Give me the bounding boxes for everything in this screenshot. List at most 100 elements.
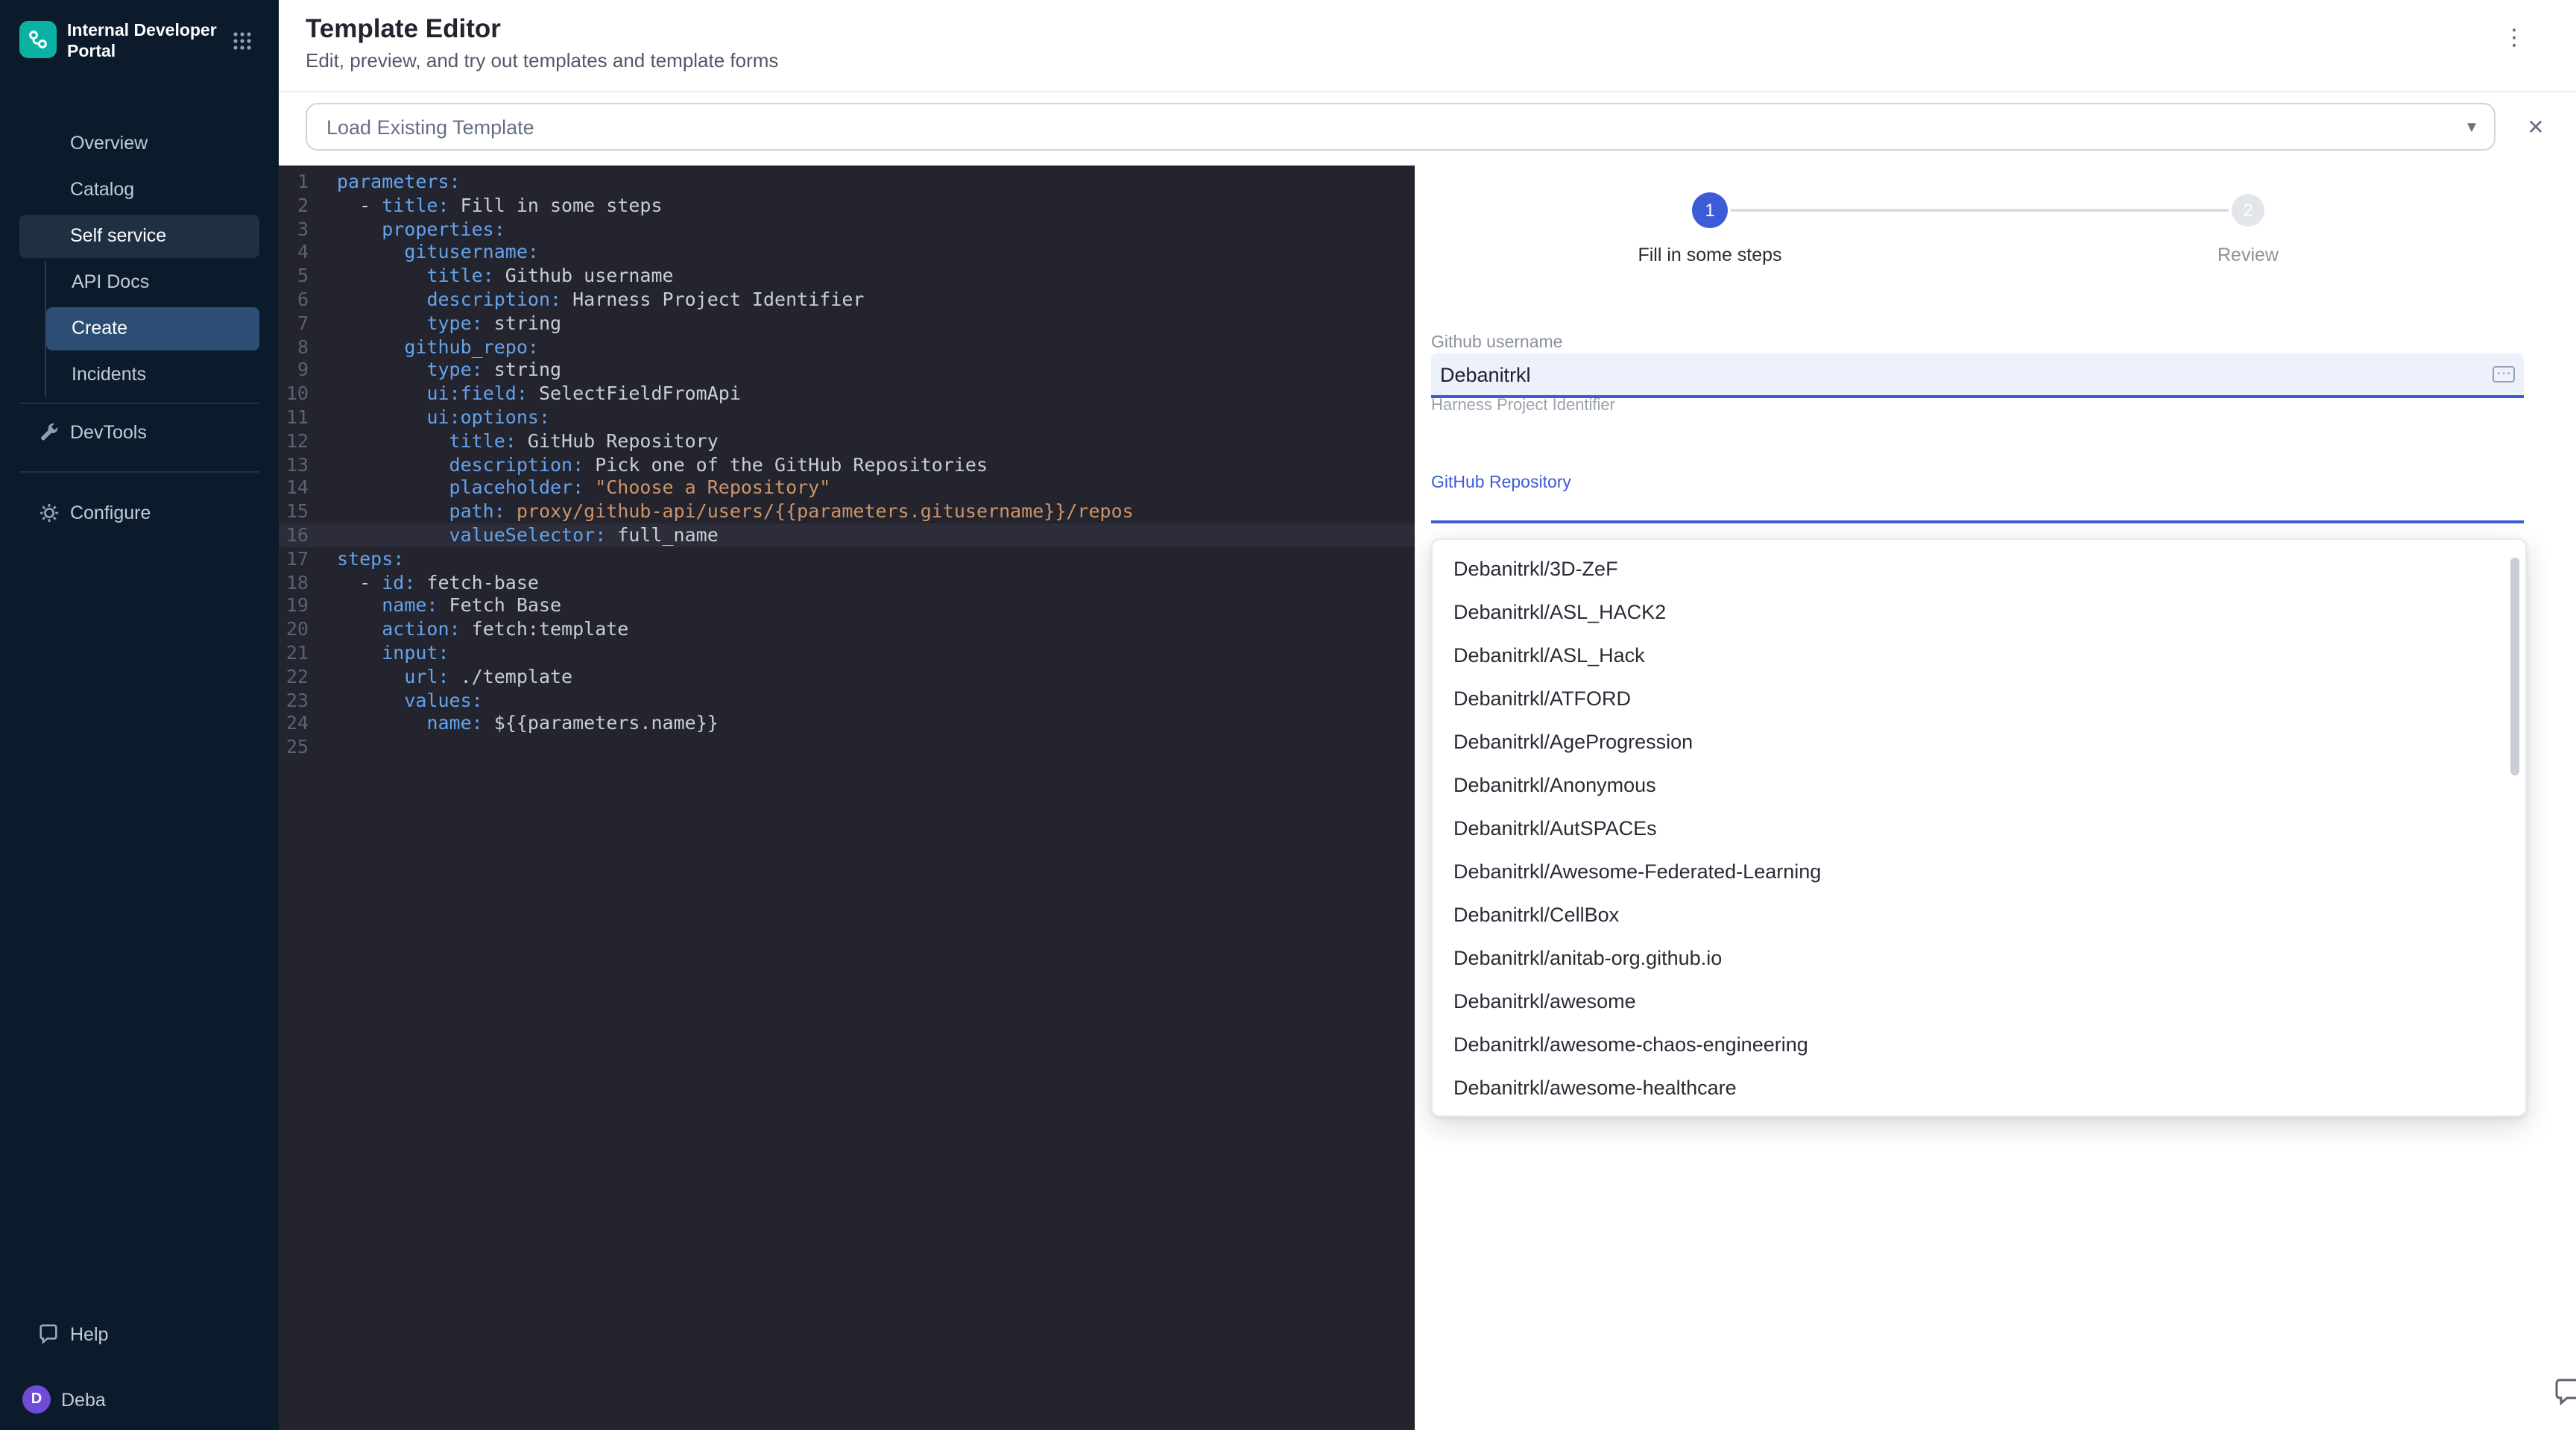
kebab-menu-button[interactable]: ⋮ bbox=[2503, 24, 2525, 54]
kebab-icon: ⋮ bbox=[2503, 25, 2525, 51]
repo-option[interactable]: Debanitrkl/awesome-chaos-engineering bbox=[1433, 1023, 2525, 1066]
code-text: gitusername: bbox=[309, 241, 539, 265]
code-line-11[interactable]: 11 ui:options: bbox=[279, 406, 1415, 429]
github-username-label: Github username bbox=[1431, 334, 1562, 352]
sidebar-item-self-service[interactable]: Self service bbox=[19, 215, 259, 258]
line-number: 11 bbox=[279, 406, 309, 429]
code-line-14[interactable]: 14 placeholder: "Choose a Repository" bbox=[279, 476, 1415, 500]
feedback-button[interactable] bbox=[2552, 1376, 2576, 1409]
repo-option[interactable]: Debanitrkl/AgeProgression bbox=[1433, 720, 2525, 763]
line-number: 25 bbox=[279, 735, 309, 759]
app-title-line2: Portal bbox=[67, 42, 217, 63]
stepper-connector bbox=[1731, 209, 2229, 211]
code-text: type: string bbox=[309, 359, 561, 382]
line-number: 6 bbox=[279, 288, 309, 312]
code-text: name: ${{parameters.name}} bbox=[309, 712, 719, 736]
line-number: 18 bbox=[279, 570, 309, 594]
line-number: 2 bbox=[279, 194, 309, 218]
code-line-10[interactable]: 10 ui:field: SelectFieldFromApi bbox=[279, 382, 1415, 406]
code-line-20[interactable]: 20 action: fetch:template bbox=[279, 617, 1415, 641]
sidebar-nav: OverviewCatalogSelf service API DocsCrea… bbox=[0, 122, 279, 400]
template-preview-pane: 1 2 Fill in some steps Review Github use… bbox=[1415, 166, 2576, 1430]
dropdown-scrollbar[interactable] bbox=[2510, 558, 2519, 775]
code-text: name: Fetch Base bbox=[309, 594, 561, 618]
repo-option[interactable]: Debanitrkl/awesome-healthcare bbox=[1433, 1066, 2525, 1109]
repo-dropdown: Debanitrkl/3D-ZeFDebanitrkl/ASL_HACK2Deb… bbox=[1431, 538, 2527, 1117]
code-line-6[interactable]: 6 description: Harness Project Identifie… bbox=[279, 288, 1415, 312]
apps-grid-icon[interactable] bbox=[233, 31, 252, 58]
line-number: 16 bbox=[279, 523, 309, 547]
code-line-12[interactable]: 12 title: GitHub Repository bbox=[279, 429, 1415, 453]
code-line-3[interactable]: 3 properties: bbox=[279, 217, 1415, 241]
code-line-15[interactable]: 15 path: proxy/github-api/users/{{parame… bbox=[279, 500, 1415, 523]
code-line-7[interactable]: 7 type: string bbox=[279, 312, 1415, 336]
repo-option[interactable]: Debanitrkl/ASL_Hack bbox=[1433, 634, 2525, 677]
code-line-16[interactable]: 16 valueSelector: full_name bbox=[279, 523, 1415, 547]
line-number: 24 bbox=[279, 712, 309, 736]
sidebar-item-api-docs[interactable]: API Docs bbox=[46, 261, 259, 304]
sidebar-item-catalog[interactable]: Catalog bbox=[19, 168, 259, 212]
line-number: 20 bbox=[279, 617, 309, 641]
code-text: title: Github username bbox=[309, 264, 674, 288]
user-menu[interactable]: D Deba bbox=[19, 1378, 259, 1421]
template-select-value: Load Existing Template bbox=[326, 116, 534, 138]
code-text: placeholder: "Choose a Repository" bbox=[309, 476, 830, 500]
github-username-input-field[interactable] bbox=[1431, 353, 2524, 395]
github-username-helper: Harness Project Identifier bbox=[1431, 397, 1615, 415]
code-line-4[interactable]: 4 gitusername: bbox=[279, 241, 1415, 265]
code-text: action: fetch:template bbox=[309, 617, 628, 641]
code-line-13[interactable]: 13 description: Pick one of the GitHub R… bbox=[279, 453, 1415, 476]
repo-option[interactable]: Debanitrkl/awesome bbox=[1433, 980, 2525, 1023]
page-header: Template Editor Edit, preview, and try o… bbox=[279, 0, 2576, 92]
sidebar-spacer bbox=[0, 534, 279, 1312]
code-text: values: bbox=[309, 688, 483, 712]
repo-option[interactable]: Debanitrkl/ASL_HACK2 bbox=[1433, 590, 2525, 634]
code-text: steps: bbox=[309, 547, 404, 571]
clear-template-button[interactable]: ✕ bbox=[2522, 113, 2549, 140]
repo-option[interactable]: Debanitrkl/anitab-org.github.io bbox=[1433, 936, 2525, 980]
code-line-24[interactable]: 24 name: ${{parameters.name}} bbox=[279, 712, 1415, 736]
code-line-21[interactable]: 21 input: bbox=[279, 641, 1415, 665]
help-label: Help bbox=[70, 1323, 108, 1344]
gear-icon bbox=[37, 501, 60, 523]
page-title: Template Editor bbox=[306, 13, 2546, 45]
ellipsis-adornment-icon[interactable]: ⋯ bbox=[2493, 366, 2515, 382]
code-line-5[interactable]: 5 title: Github username bbox=[279, 264, 1415, 288]
sidebar-nav-sub: API DocsCreateIncidents bbox=[45, 261, 279, 397]
repo-option[interactable]: Debanitrkl/ATFORD bbox=[1433, 677, 2525, 720]
sidebar-divider bbox=[19, 471, 259, 473]
repo-option[interactable]: Debanitrkl/AutSPACEs bbox=[1433, 807, 2525, 850]
github-username-input[interactable]: ⋯ bbox=[1431, 353, 2524, 398]
sidebar-item-create[interactable]: Create bbox=[46, 307, 259, 350]
code-line-19[interactable]: 19 name: Fetch Base bbox=[279, 594, 1415, 618]
code-line-17[interactable]: 17steps: bbox=[279, 547, 1415, 571]
template-select[interactable]: Load Existing Template ▾ bbox=[306, 103, 2496, 151]
repo-option[interactable]: Debanitrkl/3D-ZeF bbox=[1433, 547, 2525, 590]
sidebar-item-overview[interactable]: Overview bbox=[19, 122, 259, 166]
line-number: 1 bbox=[279, 170, 309, 194]
line-number: 23 bbox=[279, 688, 309, 712]
sidebar-item-configure[interactable]: Configure bbox=[19, 491, 259, 534]
repo-option[interactable]: Debanitrkl/CellBox bbox=[1433, 893, 2525, 936]
code-line-8[interactable]: 8 github_repo: bbox=[279, 335, 1415, 359]
code-line-25[interactable]: 25 bbox=[279, 735, 1415, 759]
code-line-1[interactable]: 1parameters: bbox=[279, 170, 1415, 194]
step-2-label: Review bbox=[2084, 245, 2412, 265]
help-button[interactable]: Help bbox=[19, 1312, 259, 1355]
code-line-18[interactable]: 18 - id: fetch-base bbox=[279, 570, 1415, 594]
code-line-9[interactable]: 9 type: string bbox=[279, 359, 1415, 382]
sidebar-item-devtools[interactable]: DevTools bbox=[19, 410, 259, 453]
app-logo-icon[interactable] bbox=[19, 21, 57, 58]
code-line-23[interactable]: 23 values: bbox=[279, 688, 1415, 712]
code-editor[interactable]: 1parameters:2 - title: Fill in some step… bbox=[279, 166, 1415, 1430]
code-text: ui:options: bbox=[309, 406, 550, 429]
code-line-2[interactable]: 2 - title: Fill in some steps bbox=[279, 194, 1415, 218]
sidebar-divider bbox=[19, 403, 259, 404]
line-number: 14 bbox=[279, 476, 309, 500]
code-line-22[interactable]: 22 url: ./template bbox=[279, 664, 1415, 688]
repo-option[interactable]: Debanitrkl/Anonymous bbox=[1433, 763, 2525, 807]
github-repo-input[interactable] bbox=[1431, 520, 2524, 523]
code-text: input: bbox=[309, 641, 449, 665]
sidebar-item-incidents[interactable]: Incidents bbox=[46, 353, 259, 397]
repo-option[interactable]: Debanitrkl/Awesome-Federated-Learning bbox=[1433, 850, 2525, 893]
